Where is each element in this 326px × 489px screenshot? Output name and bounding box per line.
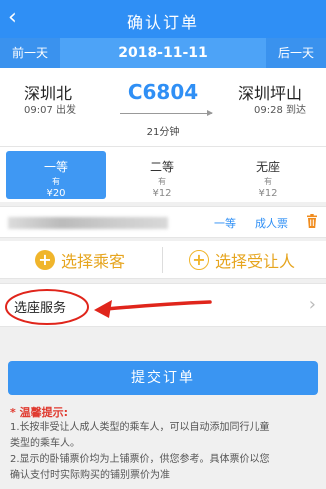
train-info: 深圳北 09:07 出发 C6804 21分钟 深圳坪山 09:28 到达 <box>0 68 326 146</box>
next-day-button[interactable]: 后一天 <box>266 38 326 68</box>
seat-option-availability: 有 <box>158 177 166 186</box>
page-title: 确认订单 <box>126 13 199 32</box>
passenger-ticket-type[interactable]: 成人票 <box>255 215 288 231</box>
select-passenger-label: 选择乘客 <box>61 252 126 271</box>
seat-option-price: ¥12 <box>258 188 278 199</box>
prev-day-button[interactable]: 前一天 <box>0 38 60 68</box>
tips-line: 1.长按非受让人成人类型的乘车人，可以自动添加同行儿童 <box>10 422 270 433</box>
seat-option-price: ¥20 <box>46 188 66 199</box>
select-transferee-label: 选择受让人 <box>215 252 296 271</box>
trip-duration: 21分钟 <box>146 127 180 138</box>
annotation-circle-icon <box>5 289 89 325</box>
passenger-row: 一等 成人票 <box>0 206 326 238</box>
select-transferee-button[interactable]: + 选择受让人 <box>189 247 295 273</box>
app-header: ‹ 确认订单 <box>0 0 326 38</box>
arrival-time: 09:28 到达 <box>254 105 306 116</box>
seat-option-availability: 有 <box>52 177 60 186</box>
travel-date: 2018-11-11 <box>118 45 208 61</box>
seat-class-selector: 一等 有 ¥20 二等 有 ¥12 无座 有 ¥12 <box>0 146 326 202</box>
plus-circle-outline-icon: + <box>189 250 209 270</box>
passenger-seat-class[interactable]: 一等 <box>214 215 236 231</box>
divider <box>162 247 163 273</box>
seat-option-name: 二等 <box>149 160 174 174</box>
tips-line: 确认支付时实际购买的铺别票价为准 <box>10 470 170 481</box>
seat-option-availability: 有 <box>264 177 272 186</box>
plus-circle-filled-icon: + <box>35 250 55 270</box>
submit-order-button[interactable]: 提交订单 <box>8 361 318 395</box>
seat-option-second-class[interactable]: 二等 有 ¥12 <box>112 151 212 199</box>
blurred-passenger-name <box>8 217 168 229</box>
seat-option-name: 一等 <box>43 160 68 174</box>
seat-option-first-class[interactable]: 一等 有 ¥20 <box>6 151 106 199</box>
select-passenger-button[interactable]: + 选择乘客 <box>35 247 125 273</box>
route-arrow-icon <box>120 110 213 116</box>
seat-option-name: 无座 <box>255 160 280 174</box>
tips-line: 2.显示的卧铺票价均为上铺票价，供您参考。具体票价以您 <box>10 454 270 465</box>
tips-title: * 温馨提示: <box>10 406 68 419</box>
tips-line: 类型的乘车人。 <box>10 438 80 449</box>
seat-option-no-seat[interactable]: 无座 有 ¥12 <box>218 151 318 199</box>
chevron-right-icon: › <box>308 294 316 315</box>
tips-section: * 温馨提示: 1.长按非受让人成人类型的乘车人，可以自动添加同行儿童 类型的乘… <box>0 400 326 489</box>
seat-service-row[interactable]: 选座服务 › <box>0 283 326 327</box>
delete-trash-icon[interactable] <box>306 214 318 228</box>
date-bar: 前一天 2018-11-11 后一天 <box>0 38 326 68</box>
seat-option-price: ¥12 <box>152 188 172 199</box>
annotation-arrow-icon <box>94 300 212 318</box>
add-person-row: + 选择乘客 + 选择受让人 <box>0 241 326 279</box>
